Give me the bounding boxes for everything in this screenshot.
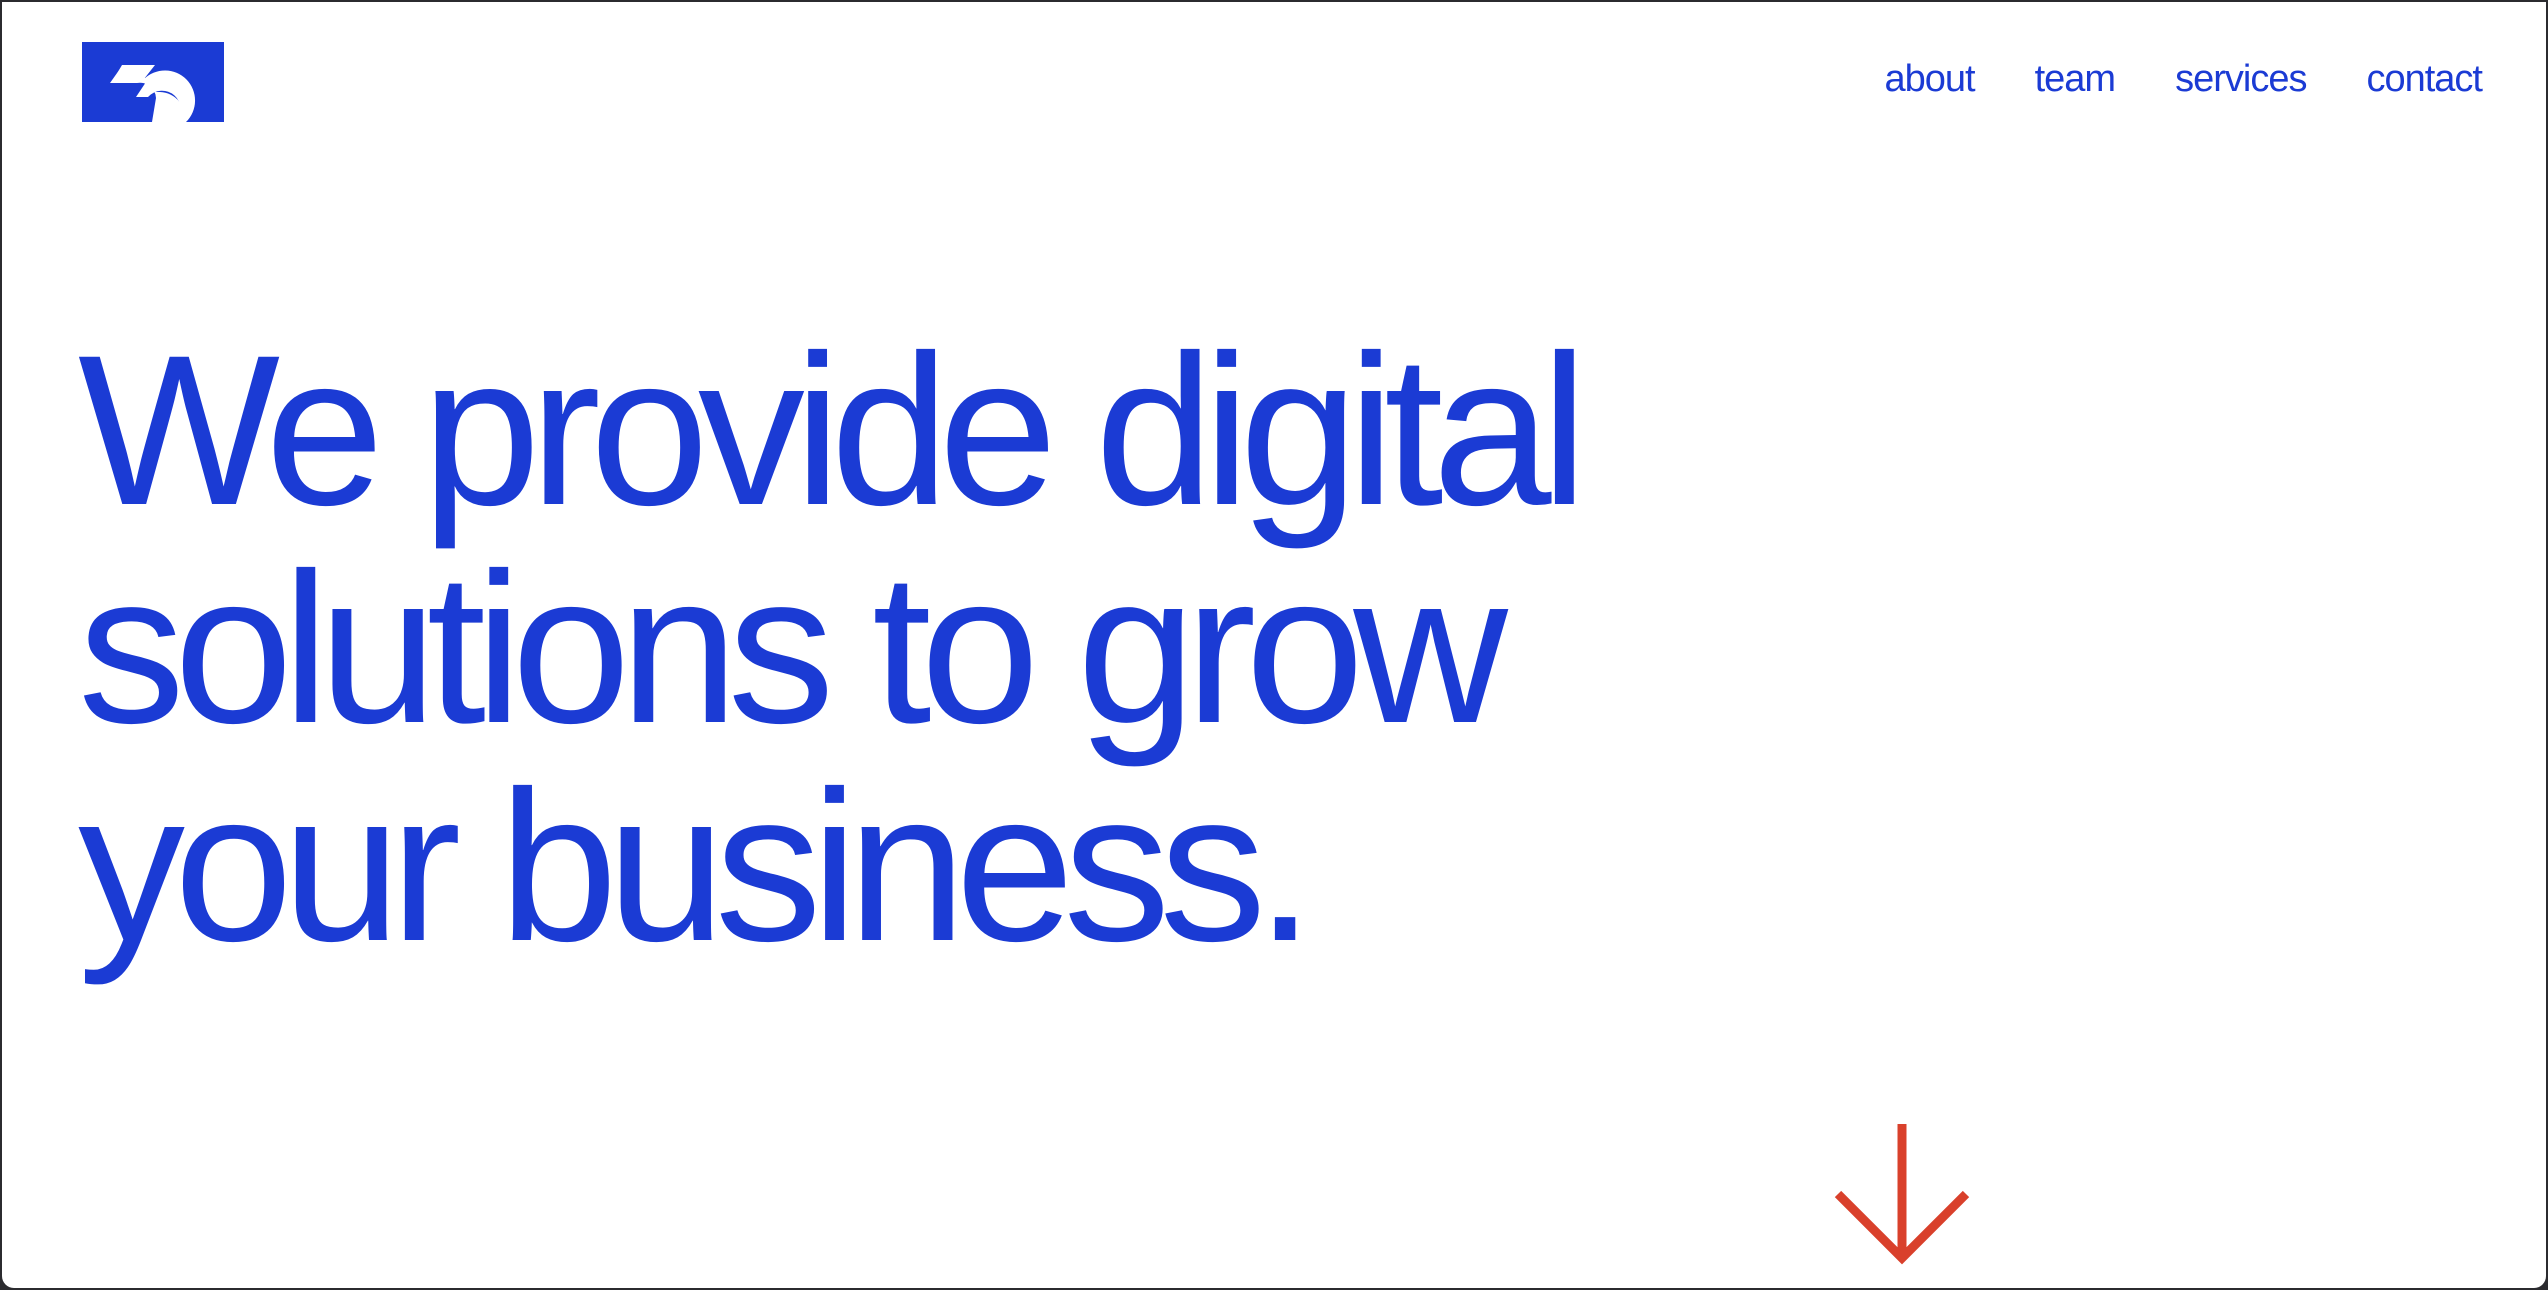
page: about team services contact We provide d… <box>2 2 2546 1288</box>
nav-link-about[interactable]: about <box>1885 60 1976 98</box>
nav-link-team[interactable]: team <box>2035 60 2116 98</box>
hero-line-2: solutions to grow <box>78 529 1508 768</box>
brand-logo-icon[interactable] <box>82 42 224 122</box>
nav-link-services[interactable]: services <box>2175 60 2307 98</box>
hero-line-1: We provide digital <box>78 311 1588 550</box>
hero-line-3: your business. <box>78 747 1315 986</box>
main-nav: about team services contact <box>1885 60 2483 98</box>
nav-link-contact[interactable]: contact <box>2366 60 2483 98</box>
arrow-down-icon[interactable] <box>1832 1120 1972 1270</box>
hero-headline: We provide digital solutions to grow you… <box>78 322 1778 976</box>
